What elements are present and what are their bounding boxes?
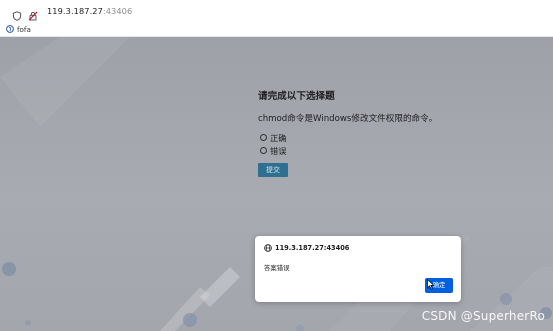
dialog-origin-text: 119.3.187.27:43406 (275, 244, 350, 252)
radio-true[interactable] (260, 134, 267, 141)
fofa-favicon-icon (6, 25, 14, 33)
browser-window: 119.3.187.27:43406 fofa 请完成以下选择题 chmod命令… (0, 0, 553, 331)
radio-false[interactable] (260, 147, 267, 154)
shield-icon[interactable] (12, 6, 22, 21)
submit-button[interactable]: 提交 (258, 163, 288, 177)
url-port: :43406 (102, 6, 133, 16)
address-bar[interactable]: 119.3.187.27:43406 (0, 0, 553, 23)
watermark: CSDN @SuperherRo (421, 309, 545, 323)
insecure-lock-icon[interactable] (28, 6, 38, 21)
option-false-label: 错误 (270, 145, 287, 156)
globe-icon (264, 244, 272, 252)
bookmark-fofa[interactable]: fofa (6, 25, 31, 34)
url-text[interactable]: 119.3.187.27:43406 (47, 6, 132, 16)
bookmark-label: fofa (17, 24, 31, 34)
url-host: 119.3.187.27 (47, 6, 103, 16)
quiz-form: 请完成以下选择题 chmod命令是Windows修改文件权限的命令。 正确 错误… (258, 88, 458, 177)
option-false[interactable]: 错误 (260, 144, 458, 157)
alert-dialog: 119.3.187.27:43406 答案错误 确定 (255, 236, 461, 302)
option-true-label: 正确 (270, 132, 287, 143)
quiz-title: 请完成以下选择题 (258, 91, 335, 102)
mouse-pointer-icon (427, 279, 435, 290)
option-true[interactable]: 正确 (260, 131, 458, 144)
dialog-origin: 119.3.187.27:43406 (264, 244, 349, 252)
dialog-message: 答案错误 (264, 264, 290, 272)
bookmarks-toolbar: fofa (0, 22, 553, 37)
quiz-question: chmod命令是Windows修改文件权限的命令。 (258, 114, 438, 124)
